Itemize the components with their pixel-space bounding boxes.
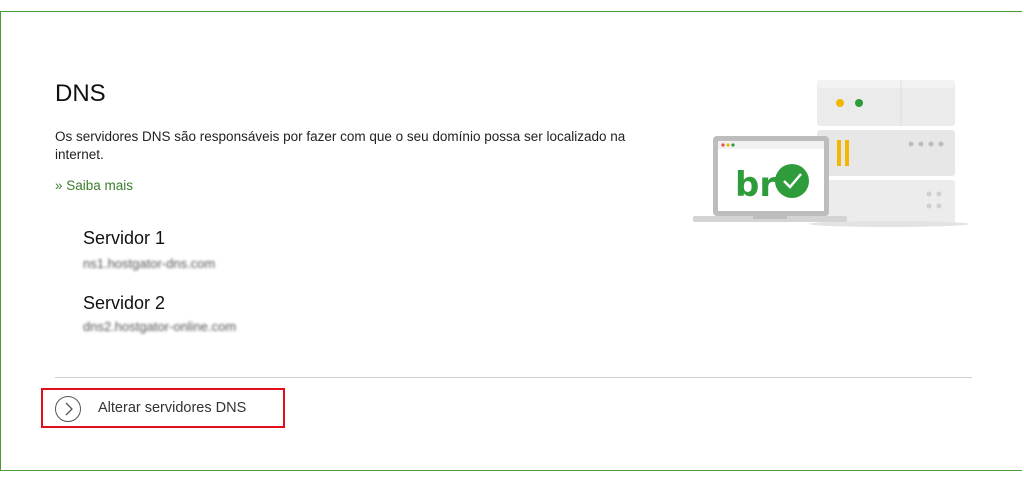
- svg-text:br: br: [735, 165, 776, 205]
- checkmark-icon: [775, 164, 809, 198]
- section-divider: [55, 377, 972, 378]
- learn-more-link[interactable]: » Saiba mais: [55, 178, 133, 193]
- dns-description: Os servidores DNS são responsáveis por f…: [55, 129, 626, 162]
- chevron-right-icon: [55, 396, 81, 422]
- server-1-label: Servidor 1: [83, 228, 166, 248]
- dns-illustration: br: [689, 74, 971, 235]
- page-title: DNS: [55, 80, 106, 107]
- dns-panel: DNS Os servidores DNS são responsáveis p…: [0, 11, 1022, 471]
- change-dns-button[interactable]: Alterar servidores DNS: [41, 388, 285, 428]
- server-2-value: dns2.hostgator-online.com: [83, 319, 237, 334]
- server-1-value: ns1.hostgator-dns.com: [83, 256, 216, 271]
- change-dns-label: Alterar servidores DNS: [98, 400, 247, 416]
- server-icon: br: [693, 80, 969, 227]
- server-2-label: Servidor 2: [83, 293, 166, 313]
